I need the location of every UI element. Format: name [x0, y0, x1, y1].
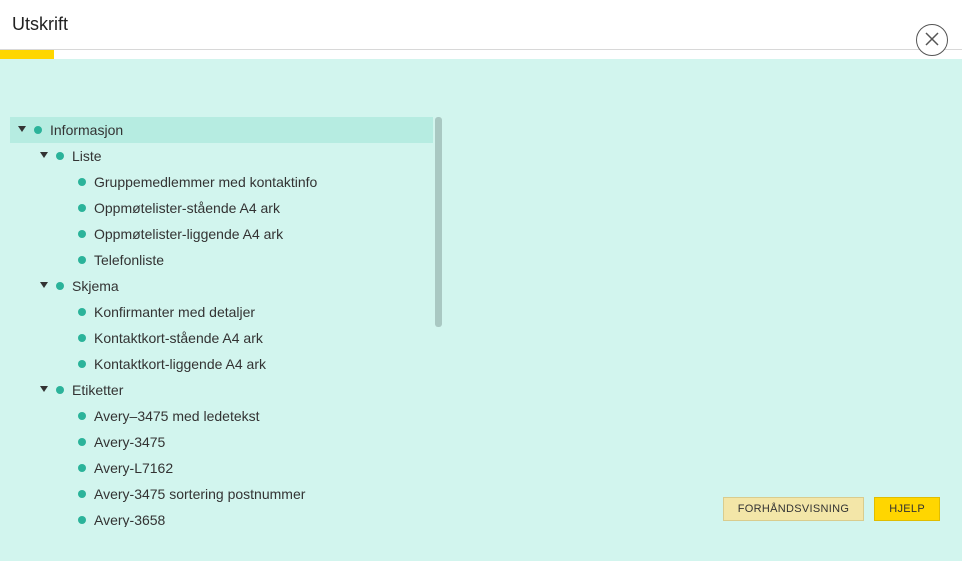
tab-strip: [0, 50, 962, 59]
bullet-icon: [78, 204, 86, 212]
tree-node-label: Liste: [72, 148, 102, 164]
bullet-icon: [78, 334, 86, 342]
bullet-icon: [56, 386, 64, 394]
tree-node-label: Konfirmanter med detaljer: [94, 304, 255, 320]
tree-leaf[interactable]: Kontaktkort-stående A4 ark: [10, 325, 433, 351]
tree-node-label: Gruppemedlemmer med kontaktinfo: [94, 174, 317, 190]
tree-node-label: Avery-3475 sortering postnummer: [94, 486, 305, 502]
tree-leaf[interactable]: Konfirmanter med detaljer: [10, 299, 433, 325]
tree-node-label: Oppmøtelister-stående A4 ark: [94, 200, 280, 216]
report-tree: Informasjon Liste Gruppemedlemmer med ko…: [10, 117, 433, 527]
bullet-icon: [78, 178, 86, 186]
tree-panel: Informasjon Liste Gruppemedlemmer med ko…: [10, 117, 442, 527]
bullet-icon: [78, 360, 86, 368]
tree-leaf[interactable]: Avery-3475 sortering postnummer: [10, 481, 433, 507]
tree-leaf[interactable]: Telefonliste: [10, 247, 433, 273]
tree-node-label: Etiketter: [72, 382, 123, 398]
tree-node-label: Avery-3475: [94, 434, 165, 450]
tree-node-liste[interactable]: Liste: [10, 143, 433, 169]
collapse-icon[interactable]: [38, 384, 50, 396]
bullet-icon: [56, 282, 64, 290]
dialog-body: Informasjon Liste Gruppemedlemmer med ko…: [0, 59, 962, 561]
tree-node-label: Avery-3658: [94, 512, 165, 527]
scrollbar-thumb[interactable]: [435, 117, 442, 327]
tree-node-informasjon[interactable]: Informasjon: [10, 117, 433, 143]
tree-leaf[interactable]: Avery-3475: [10, 429, 433, 455]
tree-leaf[interactable]: Avery-L7162: [10, 455, 433, 481]
tree-node-label: Informasjon: [50, 122, 123, 138]
dialog-title: Utskrift: [12, 14, 68, 35]
tree-node-label: Kontaktkort-stående A4 ark: [94, 330, 263, 346]
tree-leaf[interactable]: Oppmøtelister-stående A4 ark: [10, 195, 433, 221]
bullet-icon: [56, 152, 64, 160]
active-tab-indicator: [0, 50, 54, 59]
bullet-icon: [78, 412, 86, 420]
tree-node-label: Skjema: [72, 278, 119, 294]
tree-node-label: Avery–3475 med ledetekst: [94, 408, 260, 424]
dialog-header: Utskrift: [0, 0, 962, 50]
tree-scrollbar[interactable]: [435, 117, 442, 527]
tree-node-label: Kontaktkort-liggende A4 ark: [94, 356, 266, 372]
close-icon: [925, 32, 939, 49]
bullet-icon: [78, 230, 86, 238]
tree-leaf[interactable]: Oppmøtelister-liggende A4 ark: [10, 221, 433, 247]
bullet-icon: [78, 308, 86, 316]
help-button[interactable]: HJELP: [874, 497, 940, 521]
bullet-icon: [78, 256, 86, 264]
tree-node-label: Avery-L7162: [94, 460, 173, 476]
collapse-icon[interactable]: [16, 124, 28, 136]
tree-leaf[interactable]: Gruppemedlemmer med kontaktinfo: [10, 169, 433, 195]
tree-leaf[interactable]: Avery-3658: [10, 507, 433, 527]
bullet-icon: [78, 516, 86, 524]
tree-node-label: Oppmøtelister-liggende A4 ark: [94, 226, 283, 242]
collapse-icon[interactable]: [38, 150, 50, 162]
close-button[interactable]: [916, 24, 948, 56]
tree-leaf[interactable]: Kontaktkort-liggende A4 ark: [10, 351, 433, 377]
preview-button[interactable]: FORHÅNDSVISNING: [723, 497, 864, 521]
footer-buttons: FORHÅNDSVISNING HJELP: [723, 497, 940, 521]
collapse-icon[interactable]: [38, 280, 50, 292]
tree-node-skjema[interactable]: Skjema: [10, 273, 433, 299]
bullet-icon: [78, 464, 86, 472]
bullet-icon: [34, 126, 42, 134]
bullet-icon: [78, 490, 86, 498]
tree-node-label: Telefonliste: [94, 252, 164, 268]
bullet-icon: [78, 438, 86, 446]
tree-node-etiketter[interactable]: Etiketter: [10, 377, 433, 403]
tree-leaf[interactable]: Avery–3475 med ledetekst: [10, 403, 433, 429]
